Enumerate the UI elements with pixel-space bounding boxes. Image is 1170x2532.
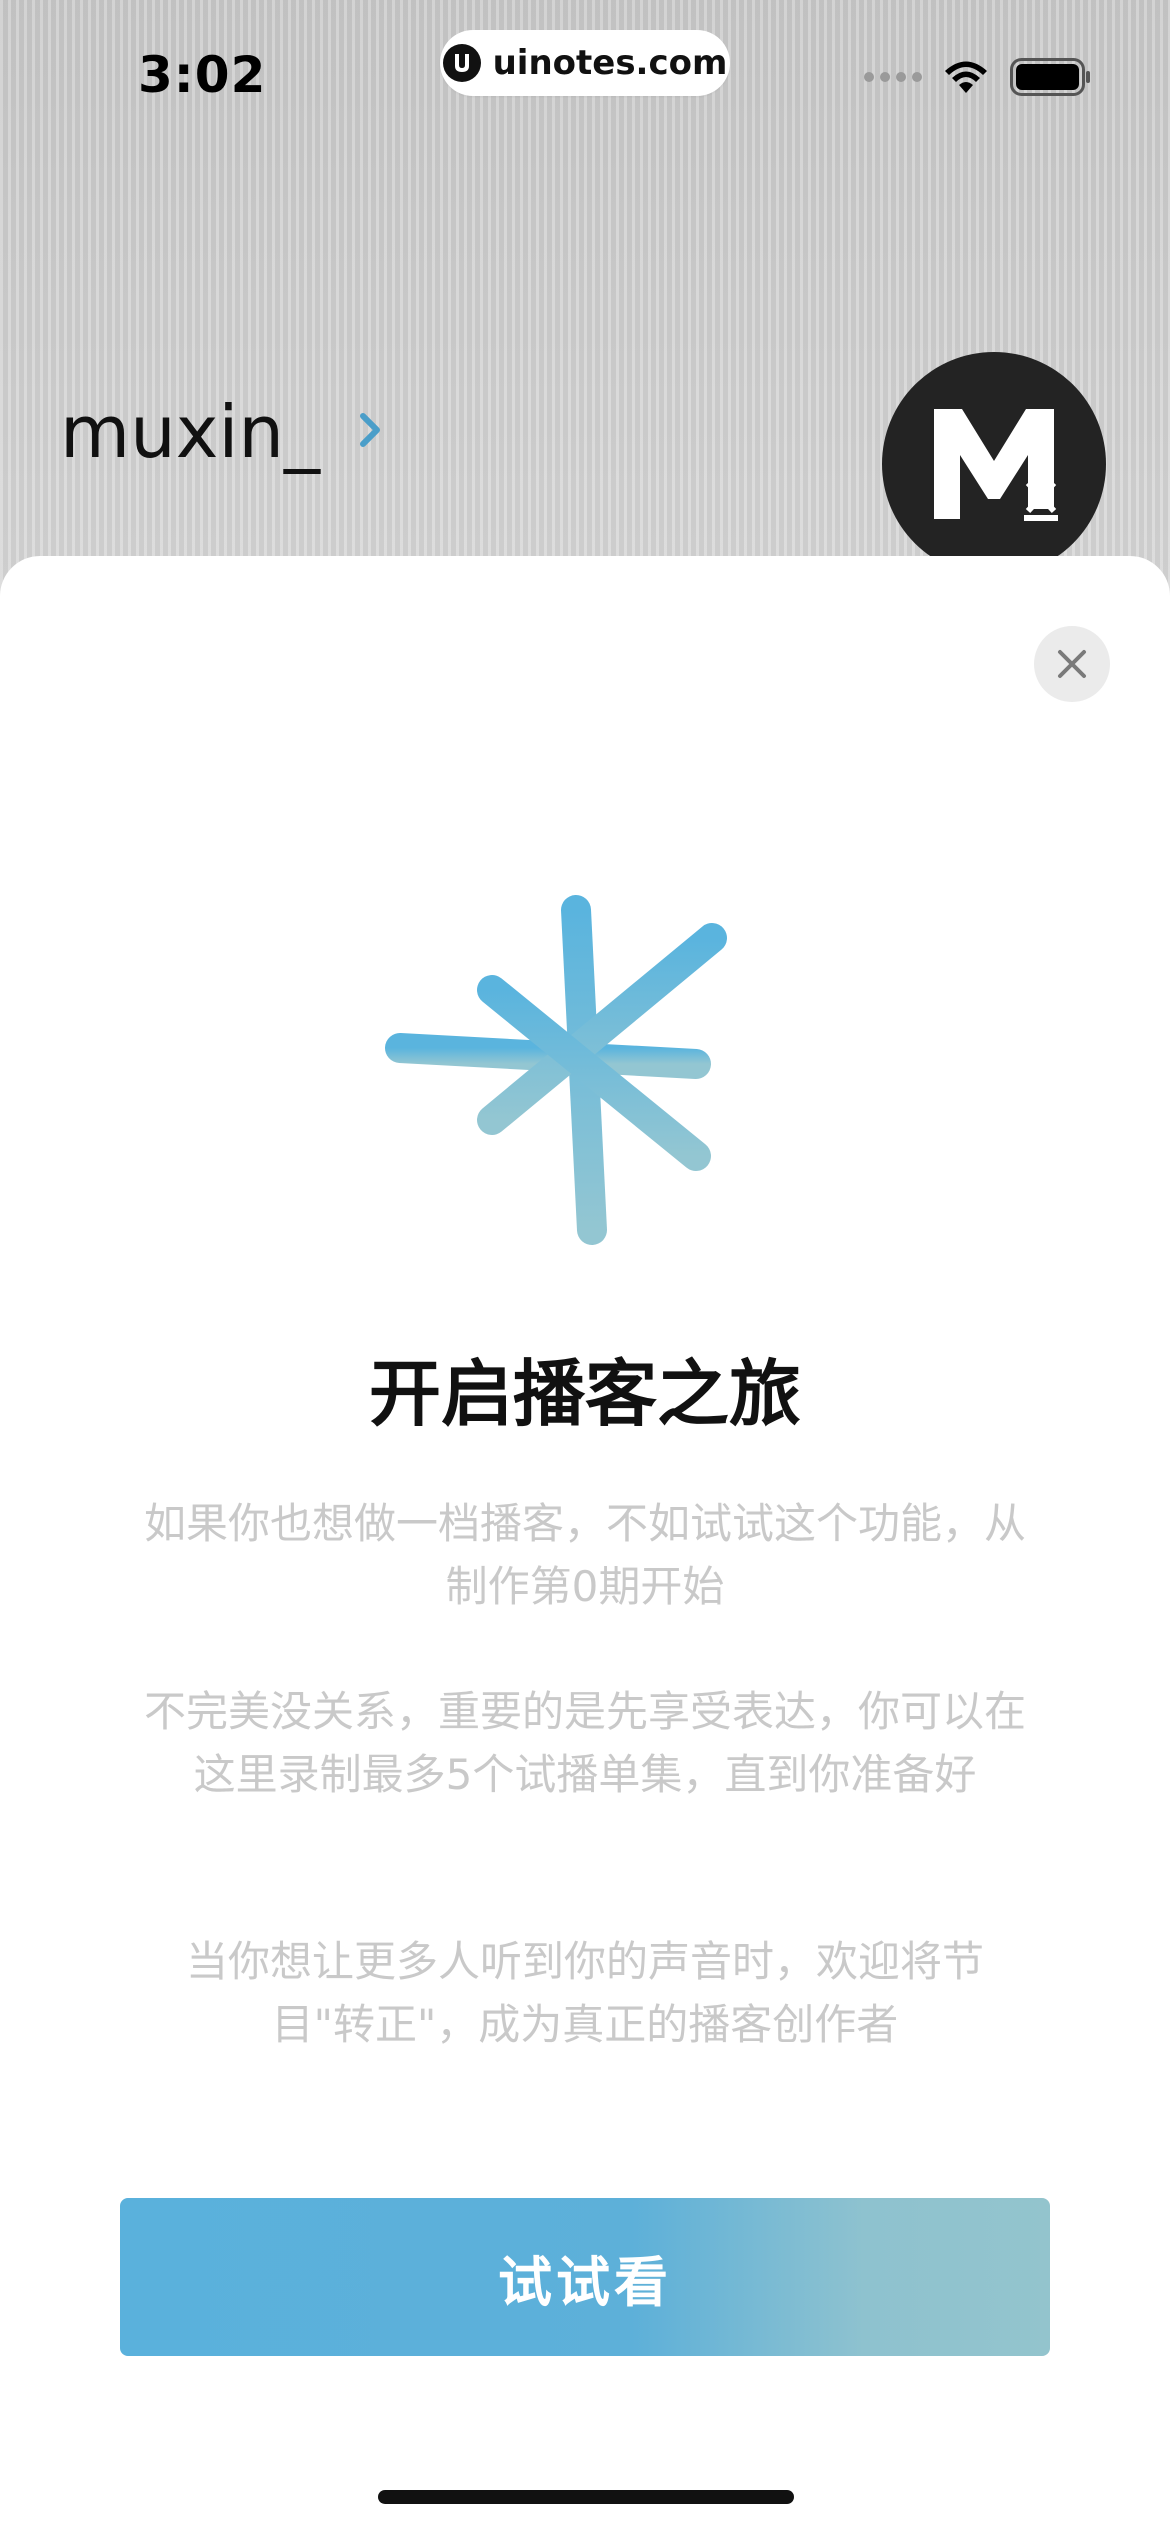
intro-paragraph-2: 不完美没关系，重要的是先享受表达，你可以在这里录制最多5个试播单集，直到你准备好 — [143, 1687, 1026, 1799]
watermark-logo-icon — [442, 44, 481, 82]
cellular-signal-icon — [864, 72, 922, 82]
try-it-button[interactable]: 试试看 — [120, 2198, 1050, 2356]
close-button[interactable] — [1034, 626, 1110, 702]
podcast-asterisk-icon — [380, 880, 740, 1260]
status-time: 3:02 — [138, 46, 267, 104]
chevron-right-icon[interactable] — [355, 408, 385, 456]
watermark-text: uinotes.com — [492, 43, 728, 83]
close-icon — [1058, 650, 1086, 678]
home-indicator[interactable] — [378, 2490, 794, 2504]
sheet-title: 开启播客之旅 — [368, 1352, 801, 1436]
status-icons — [864, 58, 1092, 96]
avatar[interactable] — [882, 352, 1106, 576]
profile-username[interactable]: muxin_ — [60, 390, 320, 474]
watermark: uinotes.com — [440, 30, 730, 96]
intro-paragraph-3: 当你想让更多人听到你的声音时，欢迎将节目"转正"，成为真正的播客创作者 — [185, 1937, 984, 2049]
screen: 3:02 uinotes.com muxin_ 开启播客之旅 如果你也想做一档播… — [0, 0, 1170, 2532]
wifi-icon — [942, 59, 990, 95]
battery-icon — [1010, 58, 1092, 96]
intro-paragraph-1: 如果你也想做一档播客，不如试试这个功能，从制作第0期开始 — [143, 1499, 1026, 1611]
